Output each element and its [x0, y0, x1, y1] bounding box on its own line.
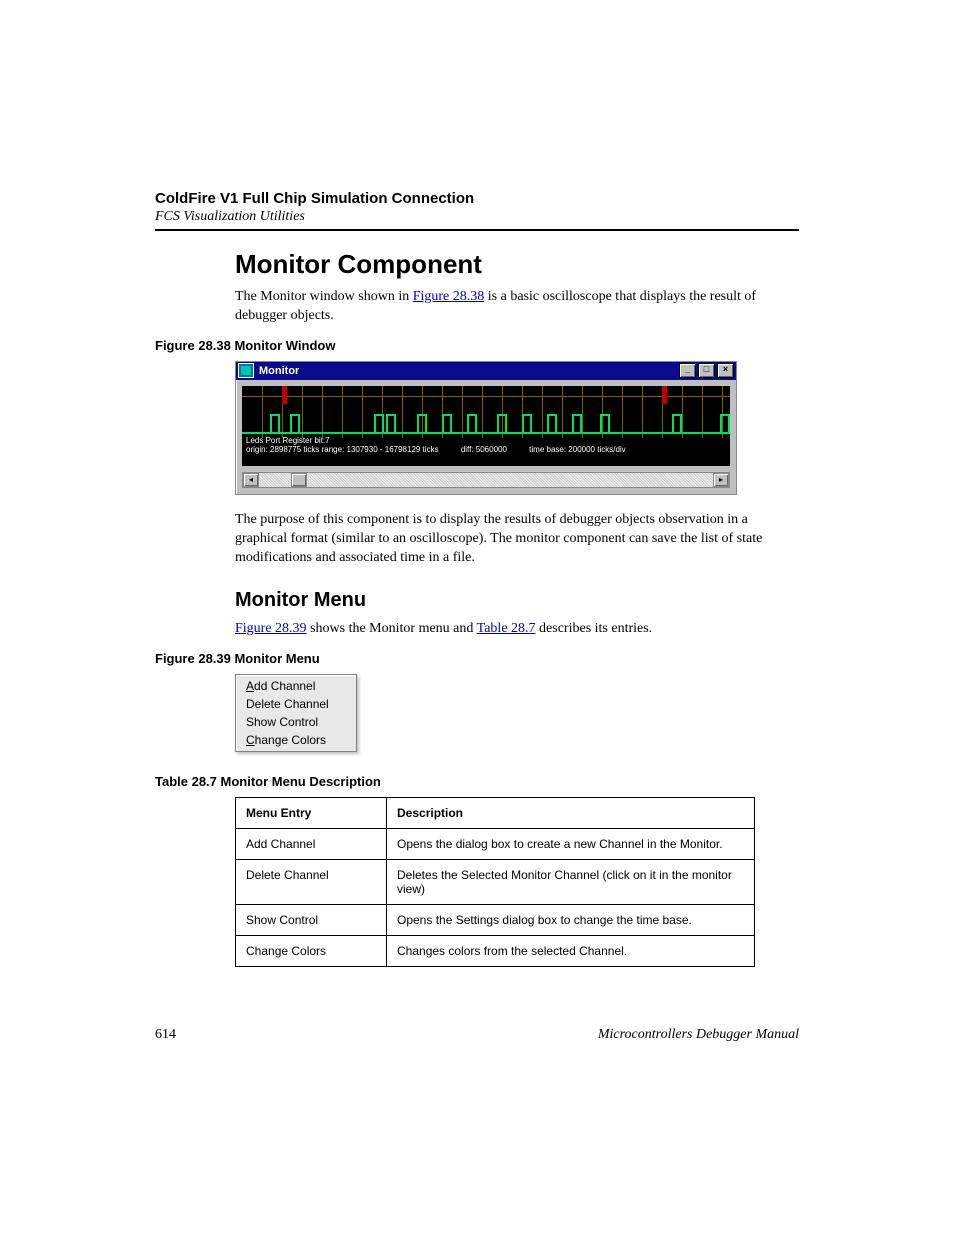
monitor-app-icon — [238, 363, 254, 378]
cell-desc: Opens the dialog box to create a new Cha… — [387, 829, 755, 860]
document-page: ColdFire V1 Full Chip Simulation Connect… — [0, 0, 954, 1163]
cell-entry: Show Control — [236, 905, 387, 936]
menu-add-channel[interactable]: Add Channel — [236, 677, 356, 695]
status-origin: origin: 2898775 ticks range: 1307930 - 1… — [246, 445, 439, 455]
page-footer: 614 Microcontrollers Debugger Manual — [155, 1027, 799, 1043]
intro-mid2: describes its entries. — [536, 621, 653, 636]
monitor-menu-table: Menu Entry Description Add Channel Opens… — [235, 797, 755, 967]
oscilloscope-area: Leds Port Register bit:7 origin: 2898775… — [242, 386, 730, 466]
figure-28-38-caption: Figure 28.38 Monitor Window — [155, 338, 799, 353]
cell-desc: Changes colors from the selected Channel… — [387, 936, 755, 967]
page-header-bold: ColdFire V1 Full Chip Simulation Connect… — [155, 190, 799, 207]
monitor-context-menu: Add Channel Delete Channel Show Control … — [235, 674, 357, 752]
status-line1: Leds Port Register bit:7 — [246, 436, 726, 446]
figure-28-39-link[interactable]: Figure 28.39 — [235, 621, 307, 636]
scroll-right-button[interactable]: ▸ — [713, 473, 729, 487]
close-button[interactable]: × — [717, 363, 734, 378]
status-diff: diff: 5060000 — [461, 445, 507, 455]
monitor-titlebar: Monitor _ □ × — [236, 362, 736, 380]
cell-entry: Change Colors — [236, 936, 387, 967]
minimize-button[interactable]: _ — [679, 363, 696, 378]
menu-add-channel-rest: dd Channel — [254, 679, 315, 693]
table-row: Show Control Opens the Settings dialog b… — [236, 905, 755, 936]
page-header-italic: FCS Visualization Utilities — [155, 209, 799, 225]
monitor-window-title: Monitor — [259, 365, 677, 377]
status-timebase: time base: 200000 ticks/div — [529, 445, 626, 455]
figure-28-39-caption: Figure 28.39 Monitor Menu — [155, 651, 799, 666]
scroll-thumb[interactable] — [291, 473, 307, 487]
maximize-button[interactable]: □ — [698, 363, 715, 378]
subsection-intro: Figure 28.39 shows the Monitor menu and … — [235, 620, 799, 639]
grid-line — [242, 396, 730, 397]
scope-marker-left[interactable] — [282, 386, 287, 404]
table-head-desc: Description — [387, 798, 755, 829]
cell-entry: Delete Channel — [236, 860, 387, 905]
scroll-left-button[interactable]: ◂ — [243, 473, 259, 487]
table-row: Add Channel Opens the dialog box to crea… — [236, 829, 755, 860]
horizontal-scrollbar[interactable]: ◂ ▸ — [242, 472, 730, 488]
menu-show-control[interactable]: Show Control — [236, 713, 356, 731]
menu-delete-channel[interactable]: Delete Channel — [236, 695, 356, 713]
cell-desc: Deletes the Selected Monitor Channel (cl… — [387, 860, 755, 905]
table-head-entry: Menu Entry — [236, 798, 387, 829]
intro-paragraph: The Monitor window shown in Figure 28.38… — [235, 288, 799, 326]
scope-marker-right[interactable] — [662, 386, 667, 404]
manual-name: Microcontrollers Debugger Manual — [598, 1027, 799, 1043]
purpose-paragraph: The purpose of this component is to disp… — [235, 511, 799, 568]
figure-28-38-link[interactable]: Figure 28.38 — [413, 289, 485, 304]
intro-mid1: shows the Monitor menu and — [307, 621, 477, 636]
section-title: Monitor Component — [235, 249, 799, 280]
table-28-7-link[interactable]: Table 28.7 — [477, 621, 536, 636]
menu-change-colors-rest: hange Colors — [255, 733, 326, 747]
monitor-window-figure: Monitor _ □ × Leds Port Register bit:7 o… — [235, 361, 737, 495]
page-number: 614 — [155, 1027, 176, 1043]
subsection-title: Monitor Menu — [235, 589, 799, 612]
table-row: Delete Channel Deletes the Selected Moni… — [236, 860, 755, 905]
header-rule — [155, 229, 799, 231]
table-28-7-caption: Table 28.7 Monitor Menu Description — [155, 774, 799, 789]
intro-text-pre: The Monitor window shown in — [235, 289, 413, 304]
scope-status-bar: Leds Port Register bit:7 origin: 2898775… — [242, 434, 730, 466]
cell-entry: Add Channel — [236, 829, 387, 860]
table-row: Change Colors Changes colors from the se… — [236, 936, 755, 967]
menu-change-colors[interactable]: Change Colors — [236, 731, 356, 749]
cell-desc: Opens the Settings dialog box to change … — [387, 905, 755, 936]
